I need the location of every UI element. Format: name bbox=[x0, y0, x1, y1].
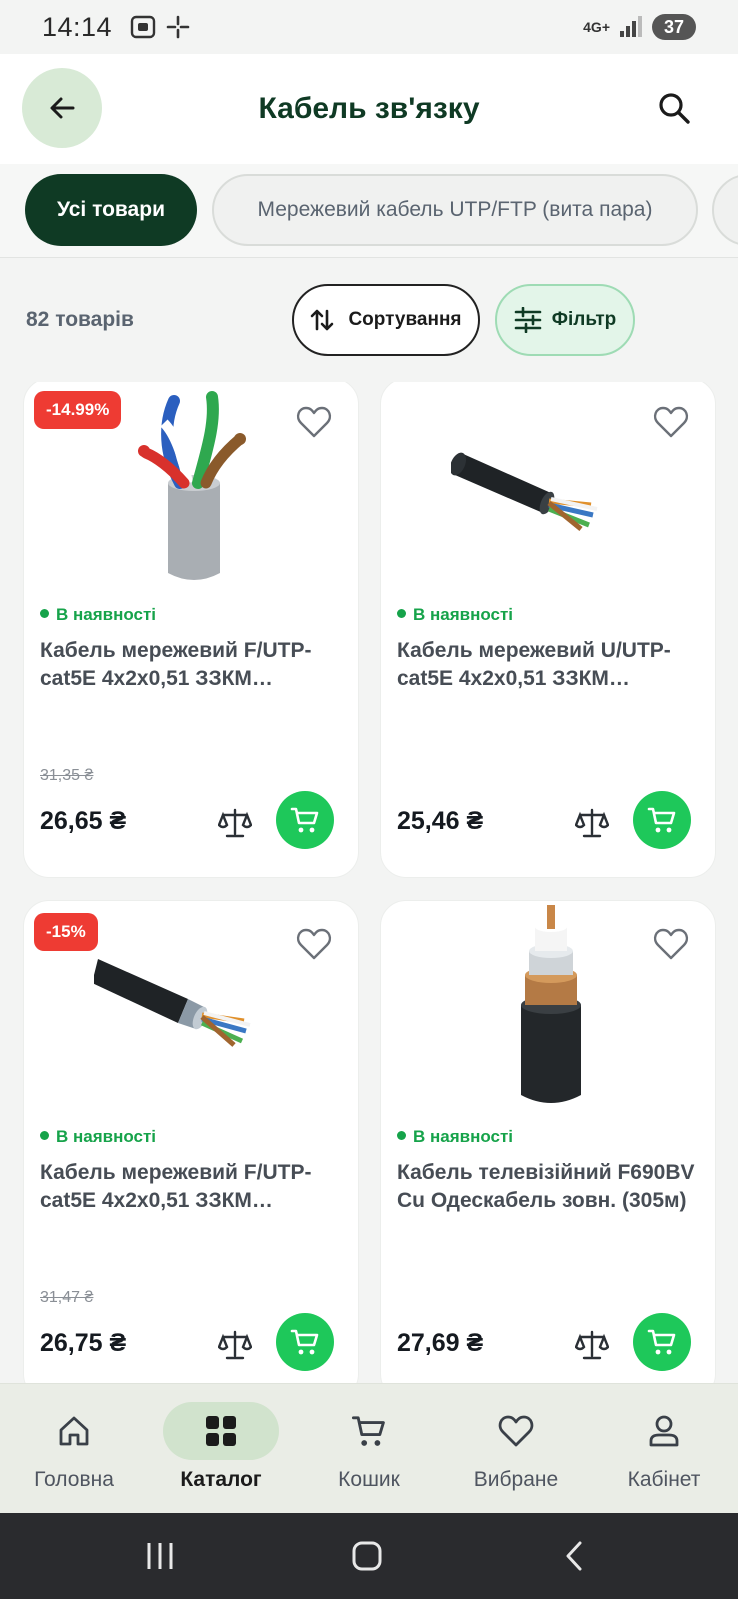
stock-status: В наявності bbox=[397, 605, 513, 625]
cart-icon bbox=[351, 1416, 385, 1446]
status-time: 14:14 bbox=[42, 11, 113, 42]
nav-favorites[interactable]: Вибране bbox=[446, 1402, 586, 1502]
home-square-icon bbox=[352, 1541, 382, 1571]
stock-status: В наявності bbox=[40, 1127, 156, 1147]
search-button[interactable] bbox=[646, 80, 702, 136]
signal-icon bbox=[620, 16, 642, 37]
product-name[interactable]: Кабель мережевий U/UTP-cat5E 4x2x0,51 ЗЗ… bbox=[397, 637, 699, 693]
sort-button[interactable]: Сортування bbox=[292, 284, 480, 356]
back-system-button[interactable] bbox=[544, 1535, 604, 1577]
app-header: Кабель зв'язку bbox=[0, 54, 738, 164]
stock-label: В наявності bbox=[56, 605, 157, 624]
heart-icon[interactable] bbox=[653, 927, 689, 961]
grid-icon bbox=[206, 1416, 236, 1446]
product-name[interactable]: Кабель мережевий F/UTP-cat5E 4x2x0,51 ЗЗ… bbox=[40, 637, 342, 693]
price: 26,65 ₴ bbox=[40, 807, 127, 835]
add-to-cart-button[interactable] bbox=[633, 1313, 691, 1371]
cart-icon bbox=[290, 807, 319, 833]
home-system-button[interactable] bbox=[337, 1535, 397, 1577]
nav-account[interactable]: Кабінет bbox=[594, 1402, 734, 1502]
product-image bbox=[451, 452, 598, 531]
network-label: 4G+ bbox=[583, 19, 610, 35]
product-card[interactable]: В наявності Кабель телевізійний F690BV C… bbox=[380, 900, 716, 1383]
compare-icon[interactable] bbox=[575, 807, 609, 839]
discount-badge: -14.99% bbox=[34, 391, 122, 429]
chip-all-products[interactable]: Усі товари bbox=[25, 174, 197, 246]
nav-label: Вибране bbox=[473, 1468, 559, 1491]
search-icon bbox=[659, 93, 690, 124]
cart-icon bbox=[647, 807, 676, 833]
product-card[interactable]: В наявності Кабель мережевий U/UTP-cat5E… bbox=[380, 382, 716, 878]
cart-icon bbox=[647, 1329, 676, 1355]
chip-utp-ftp[interactable]: Мережевий кабель UTP/FTP (вита пара) bbox=[212, 174, 698, 246]
heart-icon[interactable] bbox=[653, 405, 689, 439]
stock-dot bbox=[397, 1131, 406, 1141]
sparkle-icon bbox=[166, 15, 190, 39]
nav-label: Кабінет bbox=[627, 1468, 701, 1491]
discount-badge: -15% bbox=[34, 913, 98, 951]
cart-icon bbox=[290, 1329, 319, 1355]
recent-apps-icon bbox=[147, 1543, 173, 1569]
nav-home[interactable]: Головна bbox=[4, 1402, 144, 1502]
add-to-cart-button[interactable] bbox=[276, 1313, 334, 1371]
old-price: 31,35 ₴ bbox=[40, 767, 94, 784]
price: 26,75 ₴ bbox=[40, 1329, 127, 1357]
heart-icon bbox=[498, 1415, 534, 1447]
product-name[interactable]: Кабель телевізійний F690BV Cu Одескабель… bbox=[397, 1159, 699, 1215]
add-to-cart-button[interactable] bbox=[276, 791, 334, 849]
heart-icon[interactable] bbox=[296, 927, 332, 961]
filter-icon bbox=[514, 307, 542, 333]
compare-icon[interactable] bbox=[575, 1329, 609, 1361]
price: 25,46 ₴ bbox=[397, 807, 484, 835]
filter-label: Фільтр bbox=[551, 309, 617, 330]
product-count: 82 товарів bbox=[26, 308, 134, 331]
stock-status: В наявності bbox=[40, 605, 156, 625]
filter-button[interactable]: Фільтр bbox=[495, 284, 635, 356]
compare-icon[interactable] bbox=[218, 807, 252, 839]
user-icon bbox=[649, 1415, 679, 1447]
product-image bbox=[521, 905, 581, 1103]
battery-indicator: 37 bbox=[652, 14, 696, 40]
page-title: Кабель зв'язку bbox=[258, 92, 480, 125]
sort-label: Сортування bbox=[348, 309, 462, 330]
home-icon bbox=[59, 1416, 89, 1446]
product-card[interactable]: -14.99% В наявності Кабель мережевий F/U… bbox=[23, 382, 359, 878]
stock-label: В наявності bbox=[413, 605, 514, 624]
product-image bbox=[94, 959, 251, 1047]
list-toolbar: 82 товарів Сортування Фільтр bbox=[0, 258, 738, 382]
stock-label: В наявності bbox=[413, 1127, 514, 1146]
stock-label: В наявності bbox=[56, 1127, 157, 1146]
category-chips: Усі товари Мережевий кабель UTP/FTP (вит… bbox=[0, 164, 738, 258]
sort-icon bbox=[311, 309, 334, 331]
status-bar: 14:14 4G+ 37 bbox=[0, 0, 738, 54]
add-to-cart-button[interactable] bbox=[633, 791, 691, 849]
product-image bbox=[138, 391, 246, 580]
nav-label: Каталог bbox=[180, 1468, 262, 1491]
chip-next[interactable] bbox=[712, 174, 738, 246]
heart-icon[interactable] bbox=[296, 405, 332, 439]
stock-dot bbox=[40, 1131, 49, 1141]
old-price: 31,47 ₴ bbox=[40, 1289, 94, 1306]
system-nav-bar bbox=[0, 1513, 738, 1599]
product-name[interactable]: Кабель мережевий F/UTP-cat5E 4x2x0,51 ЗЗ… bbox=[40, 1159, 342, 1215]
product-card[interactable]: -15% В наявності Кабель мережевий F/UTP-… bbox=[23, 900, 359, 1383]
product-grid: -14.99% В наявності Кабель мережевий F/U… bbox=[0, 382, 738, 1383]
compare-icon[interactable] bbox=[218, 1329, 252, 1361]
nav-catalog[interactable]: Каталог bbox=[151, 1402, 291, 1502]
stock-dot bbox=[40, 609, 49, 619]
stock-status: В наявності bbox=[397, 1127, 513, 1147]
nav-label: Кошик bbox=[338, 1468, 400, 1491]
nav-cart[interactable]: Кошик bbox=[299, 1402, 439, 1502]
stock-dot bbox=[397, 609, 406, 619]
bottom-nav: Головна Каталог Кошик Вибране Кабінет bbox=[0, 1383, 738, 1513]
price: 27,69 ₴ bbox=[397, 1329, 484, 1357]
recent-apps-button[interactable] bbox=[130, 1535, 190, 1577]
chevron-left-icon bbox=[566, 1541, 582, 1571]
screenshot-icon bbox=[130, 15, 156, 39]
nav-label: Головна bbox=[34, 1468, 114, 1491]
